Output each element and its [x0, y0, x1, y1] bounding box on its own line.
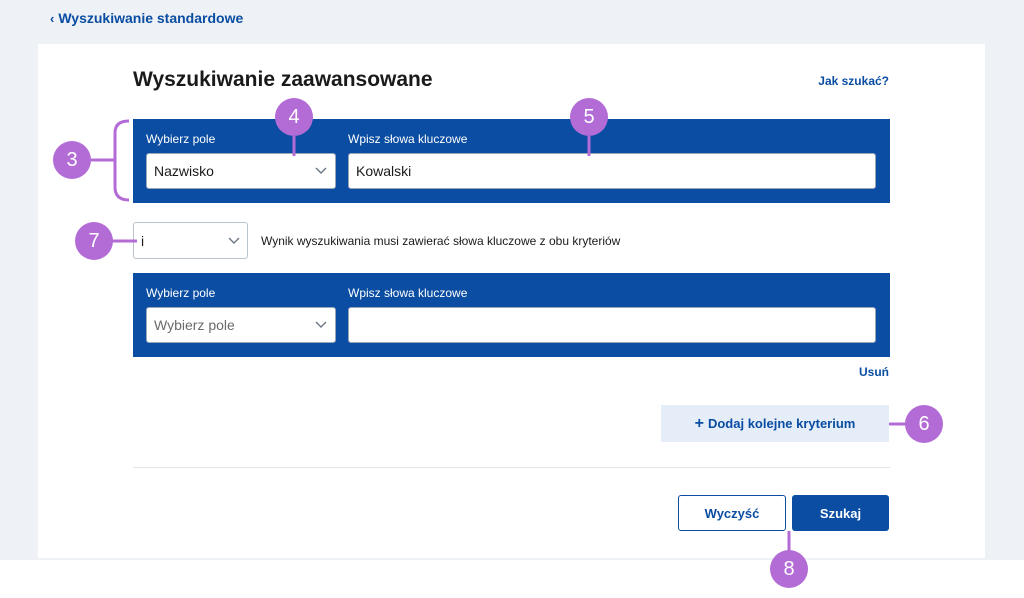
- keyword-input-1[interactable]: [348, 153, 876, 189]
- field-select-1[interactable]: Nazwisko: [146, 153, 336, 189]
- annotation-marker-3: 3: [53, 141, 91, 179]
- annotation-marker-6: 6: [905, 405, 943, 443]
- search-button[interactable]: Szukaj: [792, 495, 889, 531]
- field-select-label: Wybierz pole: [146, 132, 216, 146]
- criterion-2-panel: Wybierz pole Wpisz słowa kluczowe Wybier…: [133, 273, 890, 357]
- add-criterion-button[interactable]: + Dodaj kolejne kryterium: [661, 405, 889, 442]
- criterion-1-panel: Wybierz pole Wpisz słowa kluczowe Nazwis…: [133, 119, 890, 203]
- chevron-down-icon: [228, 237, 240, 244]
- operator-select[interactable]: i: [133, 222, 248, 259]
- back-link-label: Wyszukiwanie standardowe: [58, 10, 244, 26]
- operator-description: Wynik wyszukiwania musi zawierać słowa k…: [261, 234, 621, 248]
- operator-value: i: [141, 232, 145, 249]
- annotation-marker-5: 5: [570, 98, 608, 136]
- chevron-left-icon: ‹: [50, 10, 55, 26]
- keyword-input-label: Wpisz słowa kluczowe: [348, 132, 468, 146]
- plus-icon: +: [694, 414, 704, 432]
- chevron-down-icon: [315, 167, 327, 174]
- add-criterion-label: Dodaj kolejne kryterium: [707, 416, 856, 431]
- field-select-value: Nazwisko: [154, 163, 214, 179]
- remove-criterion-link[interactable]: Usuń: [859, 365, 889, 379]
- keyword-input-label: Wpisz słowa kluczowe: [348, 286, 468, 300]
- annotation-marker-4: 4: [275, 98, 313, 136]
- help-link[interactable]: Jak szukać?: [818, 74, 889, 88]
- chevron-down-icon: [315, 321, 327, 328]
- annotation-marker-7: 7: [75, 222, 113, 260]
- page-title: Wyszukiwanie zaawansowane: [133, 68, 433, 91]
- back-to-standard-search-link[interactable]: ‹ Wyszukiwanie standardowe: [50, 10, 243, 26]
- clear-button[interactable]: Wyczyść: [678, 495, 786, 531]
- field-select-label: Wybierz pole: [146, 286, 216, 300]
- field-select-2[interactable]: Wybierz pole: [146, 307, 336, 343]
- field-select-placeholder: Wybierz pole: [154, 317, 235, 333]
- annotation-marker-8: 8: [770, 550, 808, 588]
- divider: [133, 467, 890, 468]
- keyword-input-2[interactable]: [348, 307, 876, 343]
